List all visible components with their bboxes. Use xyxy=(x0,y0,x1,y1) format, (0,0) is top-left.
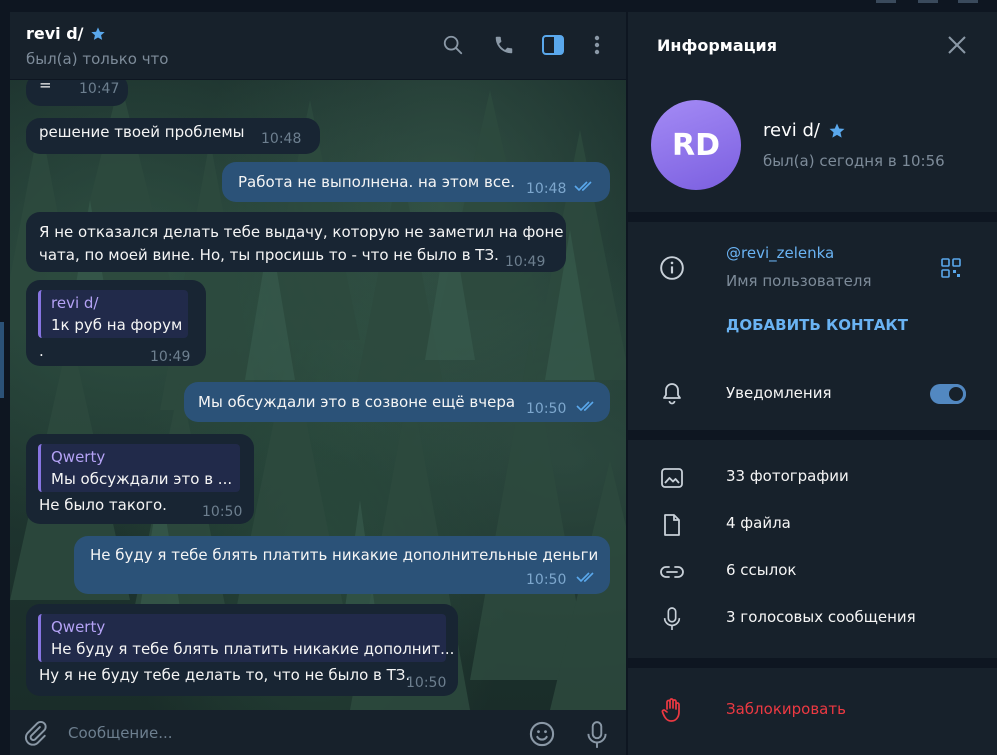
message-time: 10:49 xyxy=(505,254,546,270)
emoji-icon[interactable] xyxy=(528,720,556,748)
add-contact-button[interactable]: ДОБАВИТЬ КОНТАКТ xyxy=(726,316,908,334)
message-incoming[interactable]: решение твоей проблемы 10:48 xyxy=(26,118,320,154)
message-time: 10:50 xyxy=(202,504,243,520)
notifications-toggle[interactable] xyxy=(930,384,966,404)
close-window-control[interactable] xyxy=(958,0,978,3)
message-text: = xyxy=(39,80,52,94)
message-time: 10:50 xyxy=(526,401,567,417)
media-label: 4 файла xyxy=(726,514,791,532)
message-time: 10:47 xyxy=(79,81,120,97)
username-link[interactable]: @revi_zelenka xyxy=(726,244,834,262)
message-text: Не буду я тебе блять платить никакие доп… xyxy=(90,546,599,564)
bell-icon xyxy=(658,380,686,408)
message-outgoing[interactable]: Работа не выполнена. на этом все. 10:48 xyxy=(222,162,610,202)
left-edge xyxy=(0,12,10,755)
more-menu-icon[interactable] xyxy=(584,32,610,58)
phone-icon[interactable] xyxy=(491,32,517,58)
reply-text: 1к руб на форум xyxy=(51,316,183,334)
info-panel: Информация RD revi d/ был(а) сегодня в 1… xyxy=(628,12,997,755)
message-text: Работа не выполнена. на этом все. xyxy=(238,173,516,191)
minimize-control[interactable] xyxy=(876,0,896,3)
read-ticks-icon xyxy=(576,572,594,583)
search-icon[interactable] xyxy=(440,32,466,58)
media-label: 33 фотографии xyxy=(726,467,849,485)
chat-title[interactable]: revi d/ xyxy=(26,24,106,43)
scroll-indicator xyxy=(0,322,4,398)
username-label: Имя пользователя xyxy=(726,272,872,290)
photo-icon xyxy=(658,464,686,492)
message-incoming[interactable]: revi d/ 1к руб на форум . 10:49 xyxy=(26,280,206,366)
read-ticks-icon xyxy=(576,401,594,412)
reply-author: revi d/ xyxy=(51,294,99,312)
maximize-control[interactable] xyxy=(918,0,938,3)
message-input[interactable]: Сообщение... xyxy=(68,724,173,742)
avatar[interactable]: RD xyxy=(651,100,741,190)
message-time: 10:50 xyxy=(406,675,447,691)
message-text: Не было такого. xyxy=(39,496,167,514)
message-text: решение твоей проблемы xyxy=(39,123,245,141)
file-icon xyxy=(658,511,686,539)
message-incoming[interactable]: Qwerty Мы обсуждали это в ... Не было та… xyxy=(26,434,254,524)
microphone-icon[interactable] xyxy=(584,720,610,750)
block-hand-icon xyxy=(658,696,686,724)
media-label: 6 ссылок xyxy=(726,561,797,579)
chat-area[interactable]: = 10:47 решение твоей проблемы 10:48 Раб… xyxy=(10,80,626,710)
notifications-label: Уведомления xyxy=(726,384,832,402)
message-input-bar: Сообщение... xyxy=(10,710,626,755)
block-button[interactable]: Заблокировать xyxy=(726,700,846,718)
section-divider xyxy=(628,212,997,222)
message-time: 10:49 xyxy=(150,349,191,365)
reply-quote[interactable]: revi d/ 1к руб на форум xyxy=(38,290,188,338)
message-incoming[interactable]: Я не отказался делать тебе выдачу, котор… xyxy=(26,212,566,272)
reply-author: Qwerty xyxy=(51,618,106,636)
sidebar-toggle-icon[interactable] xyxy=(540,32,566,58)
read-ticks-icon xyxy=(574,181,592,192)
profile-name-text: revi d/ xyxy=(763,120,820,141)
close-icon[interactable] xyxy=(946,34,968,56)
star-icon xyxy=(90,26,105,40)
message-time: 10:50 xyxy=(526,572,567,588)
message-text: Мы обсуждали это в созвоне ещё вчера xyxy=(198,393,516,411)
profile-status: был(а) сегодня в 10:56 xyxy=(763,152,945,170)
message-incoming[interactable]: Qwerty Не буду я тебе блять платить ника… xyxy=(26,604,458,696)
star-icon xyxy=(829,123,845,138)
message-outgoing[interactable]: Не буду я тебе блять платить никакие доп… xyxy=(74,536,610,594)
attach-icon[interactable] xyxy=(22,720,48,746)
info-icon xyxy=(658,254,686,282)
message-text-line: чата, по моей вине. Но, ты просишь то - … xyxy=(39,246,499,264)
message-time: 10:48 xyxy=(261,131,302,147)
section-divider xyxy=(628,430,997,440)
message-outgoing[interactable]: Мы обсуждали это в созвоне ещё вчера 10:… xyxy=(184,382,610,422)
chat-header: revi d/ был(а) только что xyxy=(10,12,626,80)
chat-title-text: revi d/ xyxy=(26,24,84,43)
qr-code-icon[interactable] xyxy=(940,257,962,279)
reply-quote[interactable]: Qwerty Мы обсуждали это в ... xyxy=(38,444,240,492)
reply-author: Qwerty xyxy=(51,448,106,466)
message-incoming[interactable]: = 10:47 xyxy=(26,80,128,106)
message-text: . xyxy=(39,342,44,360)
microphone-icon xyxy=(658,605,686,633)
section-divider xyxy=(628,658,997,668)
link-icon xyxy=(658,558,686,586)
reply-quote[interactable]: Qwerty Не буду я тебе блять платить ника… xyxy=(38,614,455,662)
message-time: 10:48 xyxy=(526,181,567,197)
reply-text: Не буду я тебе блять платить никакие доп… xyxy=(51,640,455,658)
toggle-knob xyxy=(946,384,966,404)
profile-name: revi d/ xyxy=(763,120,846,141)
window-top-strip xyxy=(0,0,997,12)
media-label: 3 голосовых сообщения xyxy=(726,608,916,626)
message-text: Ну я не буду тебе делать то, что не было… xyxy=(39,666,411,684)
chat-status: был(а) только что xyxy=(26,50,169,68)
panel-title: Информация xyxy=(657,36,777,55)
message-text-line: Я не отказался делать тебе выдачу, котор… xyxy=(39,223,564,241)
reply-text: Мы обсуждали это в ... xyxy=(51,470,233,488)
